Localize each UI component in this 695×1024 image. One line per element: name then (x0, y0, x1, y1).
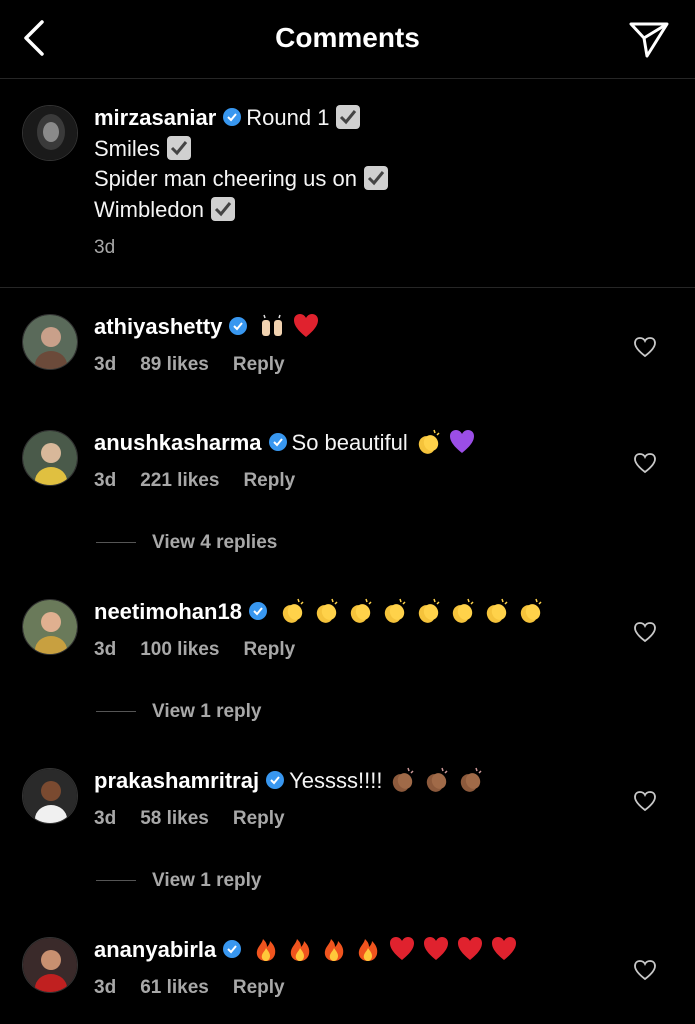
clap-dark-emoji-icon (393, 767, 414, 792)
caption-line: Spider man cheering us on (94, 166, 357, 191)
clap-emoji-icon (350, 598, 372, 623)
comment-body: So beautiful (291, 430, 408, 455)
clap-emoji-icon (418, 598, 440, 623)
comment-meta: 3d 61 likes Reply (94, 977, 309, 999)
username[interactable]: anushkasharma (94, 430, 262, 455)
comment-timestamp: 3d (94, 977, 117, 998)
divider (96, 711, 136, 713)
share-button[interactable] (627, 18, 671, 60)
view-replies-button[interactable]: View 1 reply (96, 870, 262, 892)
view-replies-label: View 1 reply (152, 870, 262, 891)
caption-timestamp: 3d (94, 237, 116, 258)
clap-emoji-icon (282, 598, 304, 623)
comment-timestamp: 3d (94, 808, 117, 829)
comment-meta: 3d 100 likes Reply (94, 639, 319, 661)
red-heart-emoji-icon (492, 937, 517, 960)
verified-badge-icon (268, 433, 287, 451)
reply-button[interactable]: Reply (233, 977, 285, 998)
caption-line: Smiles (94, 135, 161, 161)
view-replies-button[interactable]: View 4 replies (96, 532, 277, 554)
reply-button[interactable]: Reply (243, 639, 295, 660)
divider (96, 542, 136, 544)
like-count[interactable]: 89 likes (140, 354, 209, 375)
reply-button[interactable]: Reply (233, 808, 285, 829)
verified-badge-icon (266, 771, 285, 789)
view-replies-label: View 1 reply (152, 701, 262, 722)
avatar[interactable] (22, 105, 78, 161)
clap-emoji-icon (418, 429, 440, 454)
username[interactable]: neetimohan18 (94, 599, 242, 624)
check-box-emoji-icon (211, 196, 236, 221)
fire-emoji-icon (291, 939, 310, 961)
avatar[interactable] (22, 768, 78, 824)
caption-line: Round 1 (246, 105, 330, 130)
red-heart-emoji-icon (294, 314, 319, 337)
clap-dark-emoji-icon (427, 767, 448, 792)
paper-plane-icon (629, 22, 669, 58)
comment-text: prakashamritraj Yessss!!!! (94, 766, 484, 794)
check-box-emoji-icon (363, 166, 388, 190)
comment-timestamp: 3d (94, 639, 117, 660)
comment-text: neetimohan18 (94, 597, 544, 625)
raised-hands-emoji-icon (262, 314, 283, 336)
comment-text: ananyabirla (94, 935, 518, 963)
verified-badge-icon (229, 317, 248, 335)
like-count[interactable]: 221 likes (140, 470, 219, 491)
username[interactable]: athiyashetty (94, 314, 222, 339)
comment-text: anushkasharma So beautiful (94, 428, 476, 456)
avatar[interactable] (22, 430, 78, 486)
avatar[interactable] (22, 314, 78, 370)
post-caption: mirzasaniar Round 1 Smiles Spider man che… (0, 79, 695, 288)
red-heart-emoji-icon (458, 937, 483, 960)
clap-emoji-icon (520, 598, 542, 623)
clap-emoji-icon (384, 598, 406, 623)
page-title: Comments (275, 22, 420, 53)
heart-icon[interactable] (633, 621, 657, 643)
view-replies-button[interactable]: View 1 reply (96, 701, 262, 723)
comment-body: Yessss!!!! (289, 768, 383, 793)
clap-emoji-icon (316, 598, 338, 623)
reply-button[interactable]: Reply (233, 354, 285, 375)
purple-heart-emoji-icon (449, 430, 474, 453)
heart-icon[interactable] (633, 336, 657, 358)
clap-dark-emoji-icon (461, 767, 482, 792)
comment-timestamp: 3d (94, 470, 117, 491)
comment-meta: 3d 58 likes Reply (94, 808, 309, 830)
comment-text: athiyashetty (94, 312, 320, 340)
divider (96, 880, 136, 882)
heart-icon[interactable] (633, 959, 657, 981)
comment-timestamp: 3d (94, 354, 117, 375)
avatar[interactable] (22, 599, 78, 655)
heart-icon[interactable] (633, 790, 657, 812)
fire-emoji-icon (257, 939, 276, 961)
like-count[interactable]: 61 likes (140, 977, 209, 998)
clap-emoji-icon (452, 598, 474, 623)
top-bar: Comments (0, 0, 695, 79)
red-heart-emoji-icon (424, 937, 449, 960)
verified-badge-icon (248, 602, 267, 620)
avatar[interactable] (22, 937, 78, 993)
like-count[interactable]: 58 likes (140, 808, 209, 829)
check-box-emoji-icon (336, 105, 361, 129)
caption-text: mirzasaniar Round 1 Smiles Spider man che… (94, 103, 389, 225)
view-replies-label: View 4 replies (152, 532, 278, 553)
fire-emoji-icon (359, 939, 378, 961)
fire-emoji-icon (325, 939, 344, 961)
verified-badge-icon (223, 108, 242, 126)
username[interactable]: ananyabirla (94, 937, 216, 962)
username[interactable]: mirzasaniar (94, 105, 216, 130)
check-box-emoji-icon (167, 135, 192, 160)
username[interactable]: prakashamritraj (94, 768, 259, 793)
red-heart-emoji-icon (390, 937, 415, 960)
like-count[interactable]: 100 likes (140, 639, 219, 660)
heart-icon[interactable] (633, 452, 657, 474)
clap-emoji-icon (486, 598, 508, 623)
comment-meta: 3d 221 likes Reply (94, 470, 319, 492)
comment-meta: 3d 89 likes Reply (94, 354, 309, 376)
caption-line: Wimbledon (94, 196, 205, 222)
reply-button[interactable]: Reply (243, 470, 295, 491)
verified-badge-icon (223, 940, 242, 958)
